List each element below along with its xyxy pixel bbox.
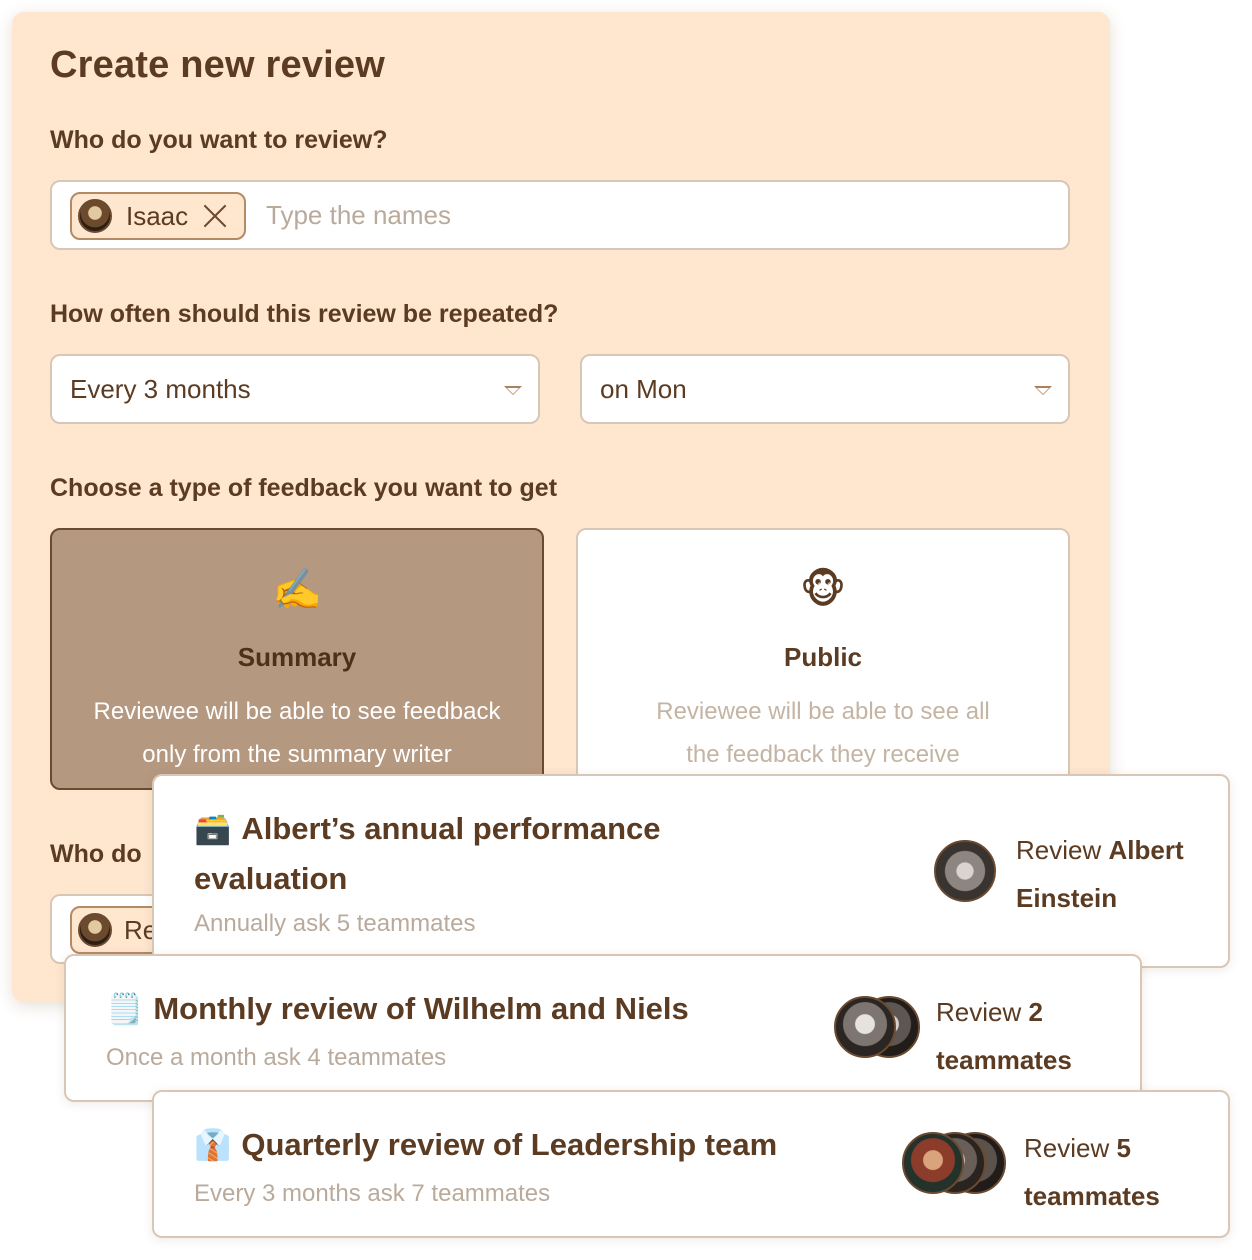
review-card-subtitle: Once a month ask 4 teammates (106, 1044, 447, 1071)
reviewee-chip[interactable]: Isaac (70, 192, 246, 240)
reviewer-avatar (78, 913, 112, 947)
desc-line: Reviewee will be able to see feedback (93, 698, 501, 725)
feedback-type-desc: Reviewee will be able to see feedback on… (62, 690, 532, 776)
review-card-subtitle: Every 3 months ask 7 teammates (194, 1180, 551, 1207)
feedback-type-desc: Reviewee will be able to see all the fee… (588, 690, 1058, 776)
repeat-label: How often should this review be repeated… (50, 300, 559, 328)
target-prefix: Review (936, 997, 1022, 1027)
title-line: evaluation (194, 861, 348, 896)
target-unit: teammates (936, 1045, 1072, 1075)
title-line: Albert’s annual performance (241, 811, 661, 846)
necktie-icon: 👔 (194, 1129, 232, 1162)
review-card-albert[interactable]: 🗃️ Albert’s annual performance evaluation… (152, 774, 1230, 968)
frequency-value: Every 3 months (70, 374, 251, 404)
chevron-down-icon (504, 386, 522, 395)
leadership-avatar (902, 1132, 964, 1194)
target-count: 5 (1116, 1133, 1131, 1163)
names-placeholder: Type the names (266, 200, 451, 230)
target-prefix: Review (1024, 1133, 1110, 1163)
writing-hand-icon: ✍️ (272, 568, 322, 612)
review-card-target: Review 5 teammates (1024, 1124, 1160, 1220)
isaac-avatar (78, 199, 112, 233)
chevron-down-icon (1034, 386, 1052, 395)
feedback-type-summary[interactable]: ✍️ Summary Reviewee will be able to see … (50, 528, 544, 790)
title-line: Monthly review of Wilhelm and Niels (153, 991, 689, 1026)
card-file-box-icon: 🗃️ (194, 813, 232, 846)
day-select[interactable]: on Mon (580, 354, 1070, 424)
feedback-type-title: Summary (237, 642, 357, 672)
review-card-target: Review 2 teammates (936, 988, 1072, 1084)
target-count: 2 (1028, 997, 1043, 1027)
review-card-leadership[interactable]: 👔 Quarterly review of Leadership team Eve… (152, 1090, 1230, 1238)
feedback-type-public[interactable]: 🐵 Public Reviewee will be able to see al… (576, 528, 1070, 790)
desc-line: the feedback they receive (686, 741, 960, 768)
target-prefix: Review (1016, 835, 1102, 865)
desc-line: Reviewee will be able to see all (656, 698, 990, 725)
review-card-title: 👔 Quarterly review of Leadership team (194, 1120, 777, 1170)
feedback-label: Choose a type of feedback you want to ge… (50, 474, 558, 502)
spiral-notepad-icon: 🗒️ (106, 993, 144, 1026)
reviewee-chip-name: Isaac (126, 200, 189, 231)
wilhelm-avatar (834, 996, 896, 1058)
review-card-title: 🗃️ Albert’s annual performance evaluation (194, 804, 661, 903)
target-unit: teammates (1024, 1181, 1160, 1211)
reviewee-input[interactable]: Isaac Type the names (50, 180, 1070, 250)
monkey-face-icon: 🐵 (799, 568, 847, 612)
review-card-title: 🗒️ Monthly review of Wilhelm and Niels (106, 984, 689, 1034)
review-card-subtitle: Annually ask 5 teammates (194, 910, 476, 937)
desc-line: only from the summary writer (142, 741, 452, 768)
frequency-select[interactable]: Every 3 months (50, 354, 540, 424)
who-label: Who do you want to review? (50, 126, 388, 154)
panel-title: Create new review (50, 44, 386, 86)
next-question-label: Who do (50, 840, 142, 868)
review-card-wilhelm-niels[interactable]: 🗒️ Monthly review of Wilhelm and Niels On… (64, 954, 1142, 1102)
einstein-avatar (934, 840, 996, 902)
review-card-target: Review Albert Einstein (1016, 826, 1228, 922)
title-line: Quarterly review of Leadership team (241, 1127, 778, 1162)
feedback-type-title: Public (783, 642, 862, 672)
close-icon[interactable] (202, 203, 228, 229)
day-value: on Mon (600, 374, 687, 404)
